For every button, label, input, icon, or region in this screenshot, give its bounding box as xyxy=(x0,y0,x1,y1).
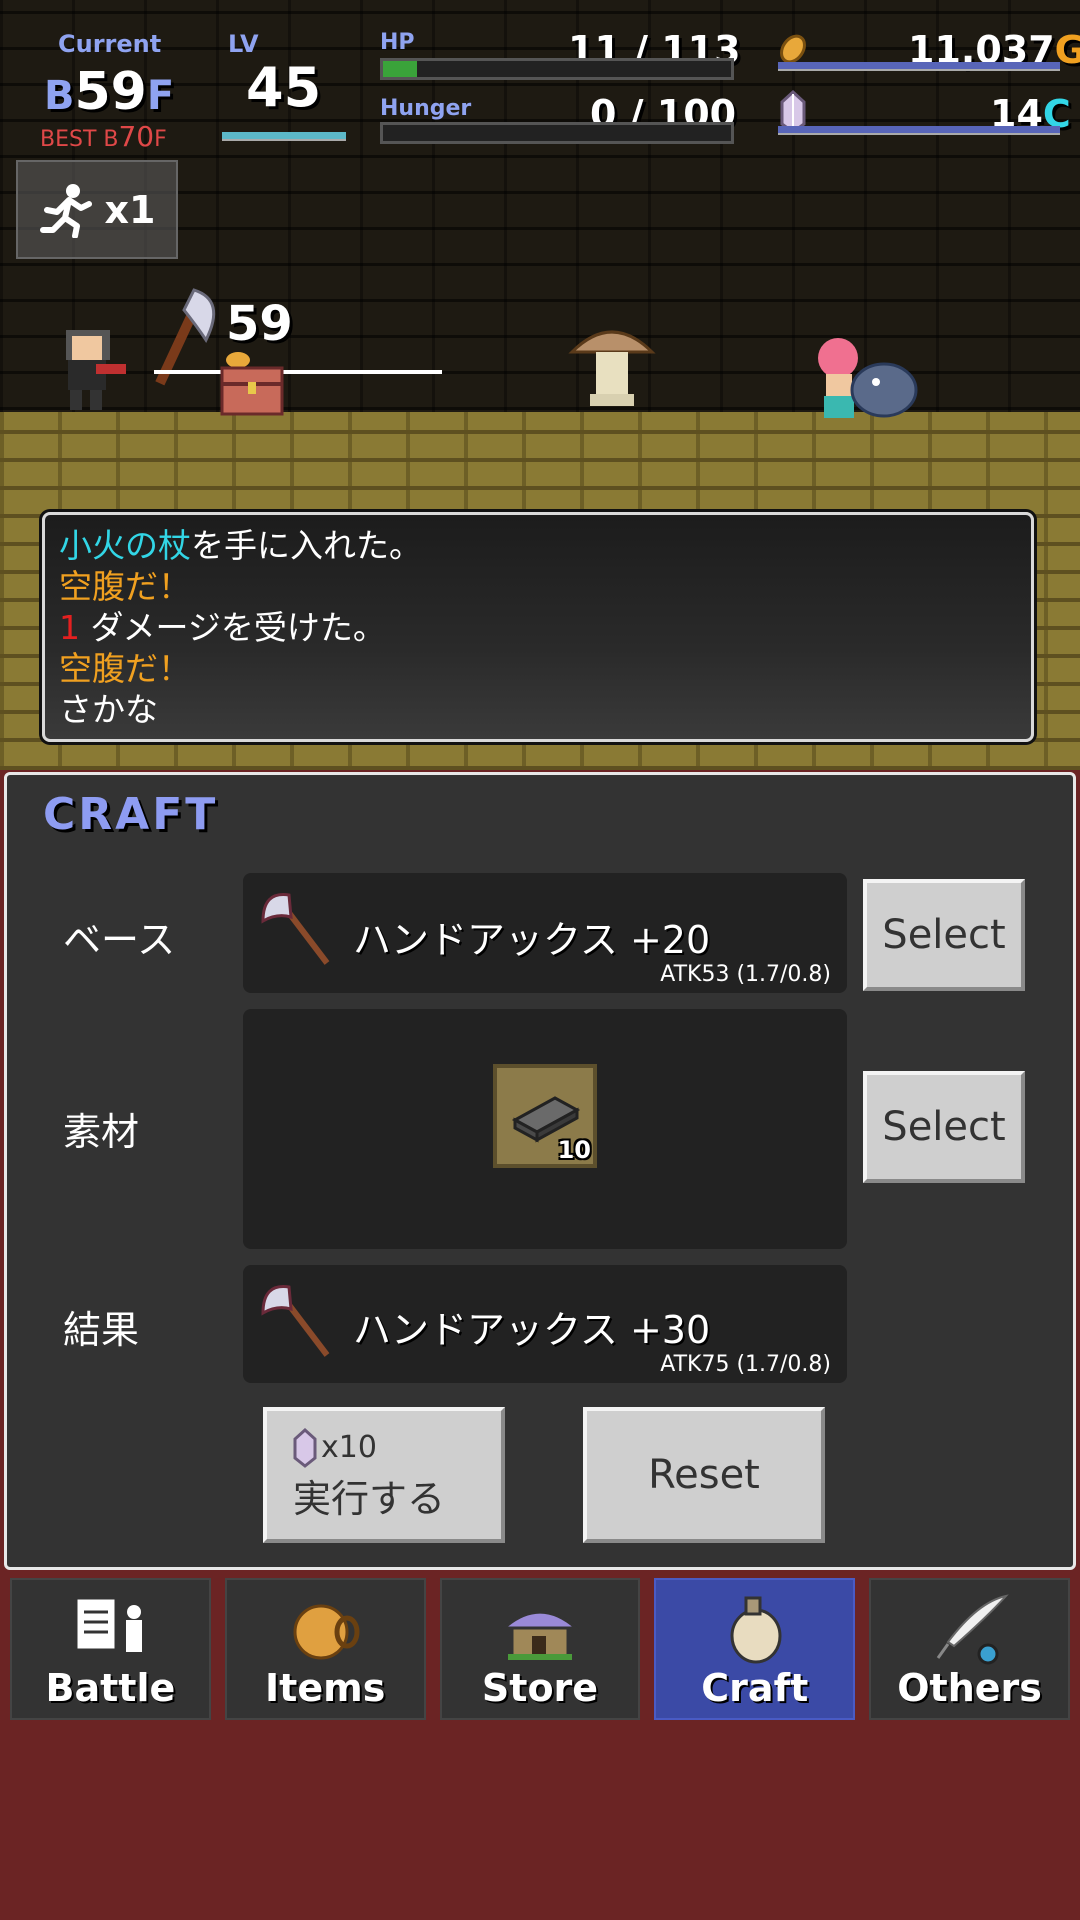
log-line: さかな xyxy=(59,689,1017,730)
message-log: 小火の杖を手に入れた。 空腹だ！ 1 ダメージを受けた。 空腹だ！ さかな xyxy=(42,512,1034,742)
gold-underline xyxy=(778,62,1060,71)
speed-toggle-button[interactable]: x1 xyxy=(16,160,178,259)
best-label: BEST B xyxy=(40,127,119,152)
select-base-button[interactable]: Select xyxy=(863,879,1025,991)
material-label: 素材 xyxy=(63,1110,140,1154)
lv-value: 45 xyxy=(246,56,322,119)
hunger-bar xyxy=(380,122,734,144)
log-line: 空腹だ！ xyxy=(59,648,1017,689)
result-label: 結果 xyxy=(63,1308,140,1352)
log-segment: 1 xyxy=(59,608,80,647)
execute-cost: x10 xyxy=(293,1427,377,1468)
execute-craft-button[interactable]: x10 実行する xyxy=(263,1407,505,1543)
base-label: ベース xyxy=(63,918,176,962)
log-line: 1 ダメージを受けた。 xyxy=(59,607,1017,648)
tab-others-label: Others xyxy=(897,1666,1042,1710)
material-count: 10 xyxy=(557,1136,591,1164)
items-icon xyxy=(293,1604,360,1660)
crystal-icon xyxy=(293,1427,317,1468)
craft-icon xyxy=(730,1596,782,1664)
log-segment: さかな xyxy=(59,690,158,729)
material-slot[interactable]: 10 xyxy=(243,1009,847,1249)
enemy-hp-line xyxy=(154,370,442,374)
mermaid-npc-sprite xyxy=(818,338,918,418)
log-line: 空腹だ！ xyxy=(59,566,1017,607)
craft-title: CRAFT xyxy=(43,789,219,840)
result-item-stat: ATK75 (1.7/0.8) xyxy=(660,1352,831,1377)
hp-bar xyxy=(380,58,734,80)
treasure-chest-sprite xyxy=(220,352,284,416)
reset-button[interactable]: Reset xyxy=(583,1407,825,1543)
tab-items[interactable]: Items xyxy=(224,1578,426,1720)
tab-battle-label: Battle xyxy=(45,1666,176,1710)
hand-axe-icon xyxy=(261,1285,330,1357)
hp-label: HP xyxy=(380,30,415,55)
tab-items-label: Items xyxy=(265,1666,386,1710)
current-floor: B59F xyxy=(44,62,174,122)
tab-craft-label: Craft xyxy=(701,1666,809,1710)
tab-store-label: Store xyxy=(481,1666,599,1710)
hand-axe-icon xyxy=(261,893,330,965)
result-item-name: ハンドアックス +30 xyxy=(353,1308,711,1352)
best-floor-suffix: F xyxy=(154,127,167,152)
current-label: Current xyxy=(58,30,162,58)
log-segment: ダメージを受けた。 xyxy=(80,608,386,647)
execute-cost-value: x10 xyxy=(321,1430,377,1465)
exp-bar xyxy=(222,132,346,141)
execute-label: 実行する xyxy=(293,1476,446,1521)
gold-coin-icon xyxy=(780,34,806,64)
base-item-stat: ATK53 (1.7/0.8) xyxy=(660,962,831,987)
speed-label: x1 xyxy=(104,187,156,232)
floor-suffix: F xyxy=(146,73,175,119)
mushroom-enemy-sprite xyxy=(568,330,656,406)
base-item-name: ハンドアックス +20 xyxy=(353,918,711,962)
hunger-label: Hunger xyxy=(380,96,472,121)
base-item-slot[interactable]: ハンドアックス +20 ATK53 (1.7/0.8) xyxy=(243,873,847,993)
floor-number: 59 xyxy=(74,62,147,122)
best-floor: BEST B70F xyxy=(40,120,167,153)
craft-panel: CRAFT ベース ハンドアックス +20 ATK53 (1.7/0.8) Se… xyxy=(4,772,1076,1570)
tab-craft[interactable]: Craft xyxy=(654,1578,856,1720)
log-segment: 小火の杖 xyxy=(59,526,191,565)
dungeon-scene: Current B59F BEST B70F LV 45 HP 11 / 113… xyxy=(0,0,1080,770)
bottom-nav: Battle Items Store Craft Others xyxy=(0,1578,1080,1720)
running-man-icon xyxy=(39,183,92,238)
log-segment: 空腹だ！ xyxy=(59,567,191,606)
best-floor-number: 70 xyxy=(118,120,155,153)
select-material-button[interactable]: Select xyxy=(863,1071,1025,1183)
material-item[interactable]: 10 xyxy=(493,1064,597,1168)
tab-battle[interactable]: Battle xyxy=(10,1578,211,1720)
hp-bar-fill xyxy=(383,61,417,77)
quill-icon xyxy=(936,1594,1009,1665)
log-line: 小火の杖を手に入れた。 xyxy=(59,525,1017,566)
log-segment: 空腹だ！ xyxy=(59,649,191,688)
log-segment: を手に入れた。 xyxy=(191,526,422,565)
battle-icon xyxy=(74,1596,143,1652)
store-icon xyxy=(500,1610,580,1660)
crystal-underline xyxy=(778,126,1060,135)
tab-others[interactable]: Others xyxy=(869,1578,1070,1720)
damage-number: 59 xyxy=(226,296,293,352)
floor-prefix: B xyxy=(44,73,75,119)
result-item-slot: ハンドアックス +30 ATK75 (1.7/0.8) xyxy=(243,1265,847,1383)
tab-store[interactable]: Store xyxy=(439,1578,641,1720)
lv-label: LV xyxy=(228,30,259,58)
